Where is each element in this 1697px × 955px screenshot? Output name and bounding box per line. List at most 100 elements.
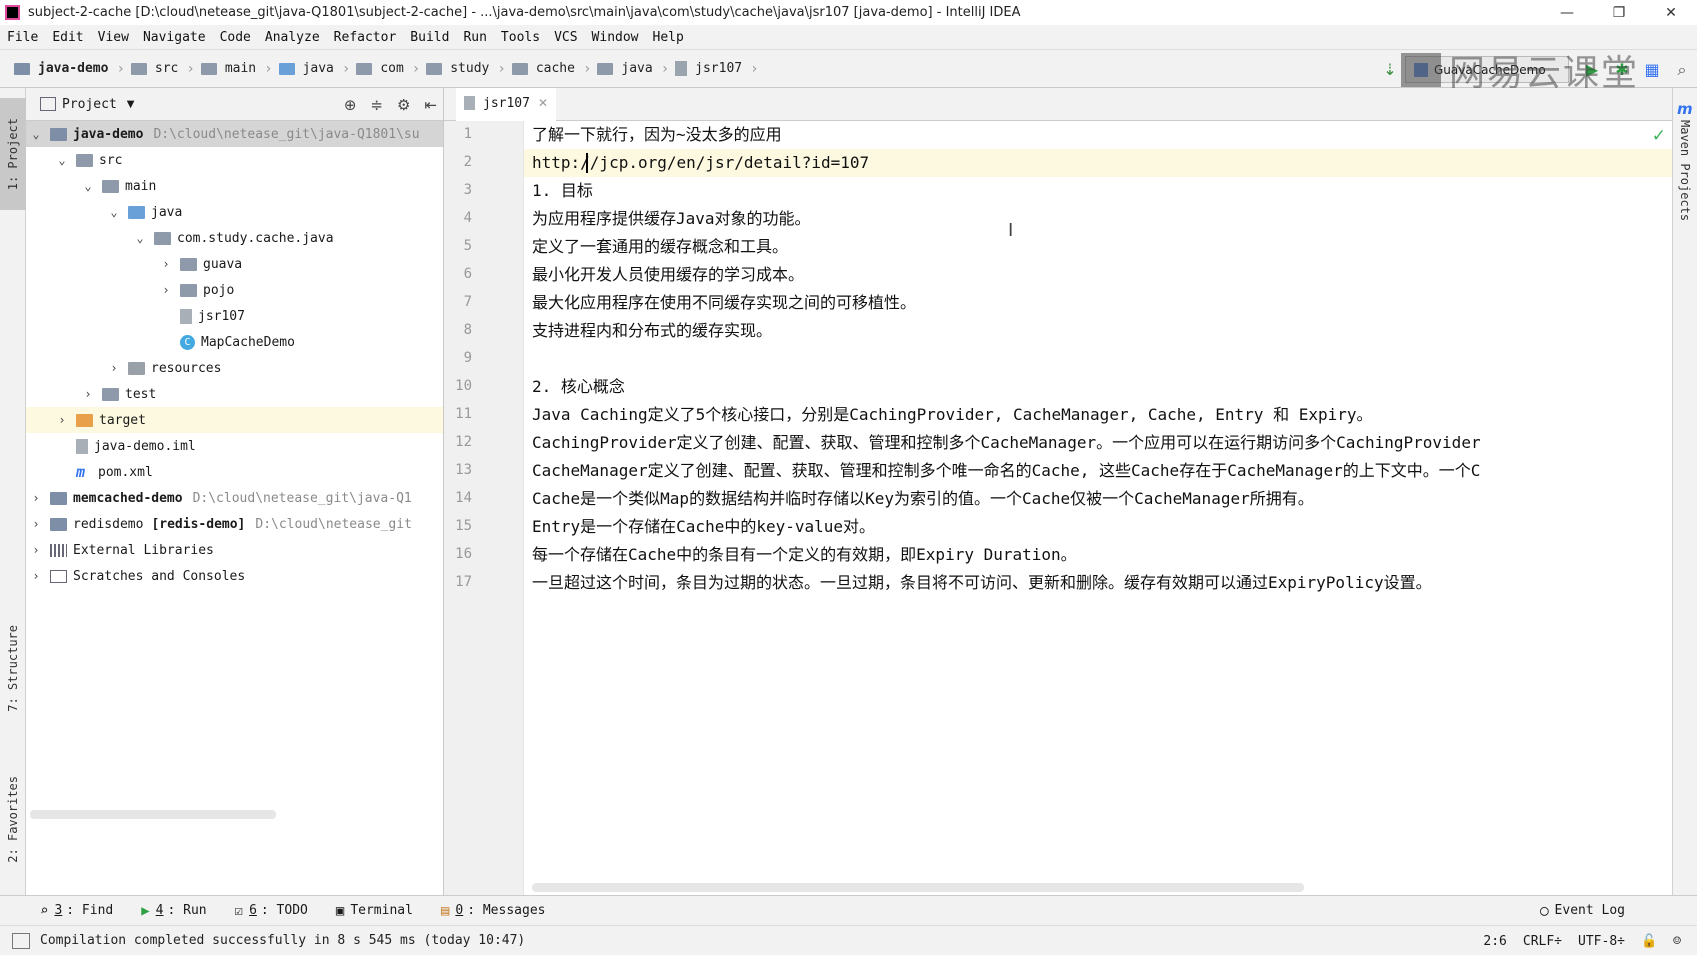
menu-edit[interactable]: Edit [52,30,83,45]
line-number: 13 [455,462,472,478]
run-configuration-select[interactable]: GuavaCacheDemo [1405,56,1569,83]
chevron-down-icon[interactable]: ⌄ [132,231,148,245]
navigation-bar: java-demo › src › main › java › com › study › … [0,49,1697,94]
caret-position[interactable]: 2:6 [1483,934,1506,949]
chevron-down-icon[interactable]: ⌄ [106,205,122,219]
breadcrumb-main[interactable]: main › [200,61,273,77]
tree-item-java[interactable]: ⌄ java [26,199,443,225]
maven-icon: m [76,462,86,481]
menu-code[interactable]: Code [220,30,251,45]
menu-analyze[interactable]: Analyze [265,30,320,45]
project-horizontal-scrollbar[interactable] [30,810,276,819]
menu-view[interactable]: View [98,30,129,45]
tree-item-jsr107[interactable]: › jsr107 [26,303,443,329]
chevron-right-icon[interactable]: › [158,257,174,271]
caret-down-icon[interactable]: ▼ [127,99,135,110]
code-line: 每一个存储在Cache中的条目有一个定义的有效期，即Expiry Duratio… [532,545,1077,564]
hide-panel-icon[interactable]: ⇤ [424,96,437,114]
toggle-tool-windows-icon[interactable] [12,932,30,949]
menu-run[interactable]: Run [463,30,486,45]
breadcrumb-java-package[interactable]: java › [597,61,669,77]
tree-item-resources[interactable]: › resources [26,355,443,381]
tree-item-iml[interactable]: › java-demo.iml [26,433,443,459]
menu-build[interactable]: Build [410,30,449,45]
search-icon[interactable]: ⌕ [1670,58,1694,82]
menu-help[interactable]: Help [653,30,684,45]
tree-item-scratches[interactable]: › Scratches and Consoles [26,563,443,589]
chevron-right-icon[interactable]: › [28,517,44,531]
tree-item-src[interactable]: ⌄ src [26,147,443,173]
tool-terminal[interactable]: ▣ Terminal [336,903,413,919]
maven-icon[interactable]: m [1677,100,1693,118]
chevron-down-icon[interactable]: ⌄ [28,127,44,141]
text-file-icon [464,96,475,110]
locate-file-icon[interactable]: ⊕ [344,96,357,114]
gear-icon[interactable]: ⚙ [397,96,410,114]
chevron-right-icon[interactable]: › [28,491,44,505]
chevron-right-icon[interactable]: › [80,387,96,401]
breadcrumb-jsr107[interactable]: jsr107 › [675,61,759,77]
project-view-select[interactable]: Project [62,97,117,112]
file-encoding[interactable]: UTF-8÷ [1578,934,1625,949]
tool-event-log[interactable]: ◯ Event Log [1540,903,1625,919]
tree-item-test[interactable]: › test [26,381,443,407]
close-tab-icon[interactable]: ✕ [538,96,548,110]
line-number: 15 [455,518,472,534]
menu-refactor[interactable]: Refactor [334,30,397,45]
tree-item-pojo[interactable]: › pojo [26,277,443,303]
tree-item-memcached-demo[interactable]: › memcached-demo D:\cloud\netease_git\ja… [26,485,443,511]
chevron-down-icon[interactable]: ⌄ [54,153,70,167]
collapse-all-icon[interactable]: ≑ [370,96,383,114]
tree-item-package[interactable]: ⌄ com.study.cache.java [26,225,443,251]
line-separator[interactable]: CRLF÷ [1523,934,1562,949]
restore-button[interactable]: ❐ [1593,0,1645,25]
breadcrumb-java[interactable]: java › [278,61,350,77]
tree-item-java-demo[interactable]: ⌄ java-demo D:\cloud\netease_git\java-Q1… [26,121,443,147]
menu-vcs[interactable]: VCS [554,30,577,45]
chevron-right-icon[interactable]: › [106,361,122,375]
editor-tab-jsr107[interactable]: jsr107 ✕ [456,88,557,121]
breadcrumb-src[interactable]: src › [130,61,195,77]
editor-horizontal-scrollbar[interactable] [532,883,1304,892]
tool-tab-maven-projects[interactable]: Maven Projects [1678,120,1692,221]
breadcrumb-com[interactable]: com › [356,61,420,77]
chevron-right-icon[interactable]: › [158,283,174,297]
vcs-update-icon[interactable]: ⇣ [1378,58,1402,82]
tree-item-mapcachedemo[interactable]: › C MapCacheDemo [26,329,443,355]
tool-todo[interactable]: ☑ 6 : TODO [235,903,308,919]
close-button[interactable]: ✕ [1645,0,1697,25]
tree-item-redisdemo[interactable]: › redisdemo [redis-demo] D:\cloud\neteas… [26,511,443,537]
tool-run[interactable]: ▶ 4 : Run [141,903,206,919]
debug-icon[interactable]: ✱ [1610,58,1634,82]
minimize-button[interactable]: — [1541,0,1593,25]
chevron-down-icon[interactable]: ⌄ [80,179,96,193]
text-cursor-icon: I [1008,220,1014,241]
tree-item-external-libraries[interactable]: › External Libraries [26,537,443,563]
tree-item-target[interactable]: › target [26,407,443,433]
breadcrumb-study[interactable]: study › [426,61,506,77]
menu-file[interactable]: File [7,30,38,45]
line-number: 12 [455,434,472,450]
menu-tools[interactable]: Tools [501,30,540,45]
tree-item-pom[interactable]: › m pom.xml [26,459,443,485]
chevron-right-icon[interactable]: › [54,413,70,427]
tree-item-guava[interactable]: › guava [26,251,443,277]
intellij-app-icon [5,5,20,20]
menu-navigate[interactable]: Navigate [143,30,206,45]
chevron-right-icon[interactable]: › [28,569,44,583]
chevron-right-icon[interactable]: › [28,543,44,557]
tool-find[interactable]: ⌕ 3 : Find [40,903,113,919]
tool-tab-favorites[interactable]: 2: Favorites [0,764,26,874]
breadcrumb-cache[interactable]: cache › [511,61,591,77]
run-icon[interactable]: ▶ [1580,58,1604,82]
breadcrumb-java-demo[interactable]: java-demo › [14,61,125,77]
lock-icon[interactable]: 🔓 [1641,934,1657,949]
no-problems-check-icon: ✓ [1651,126,1666,146]
project-structure-icon[interactable]: ▦ [1640,58,1664,82]
menu-window[interactable]: Window [592,30,639,45]
tool-messages[interactable]: ▤ 0 : Messages [441,903,546,919]
tool-tab-structure[interactable]: 7: Structure [0,608,26,728]
tool-tab-project[interactable]: 1: Project [0,98,26,210]
inspector-icon[interactable]: ☺ [1673,934,1681,949]
tree-item-main[interactable]: ⌄ main [26,173,443,199]
